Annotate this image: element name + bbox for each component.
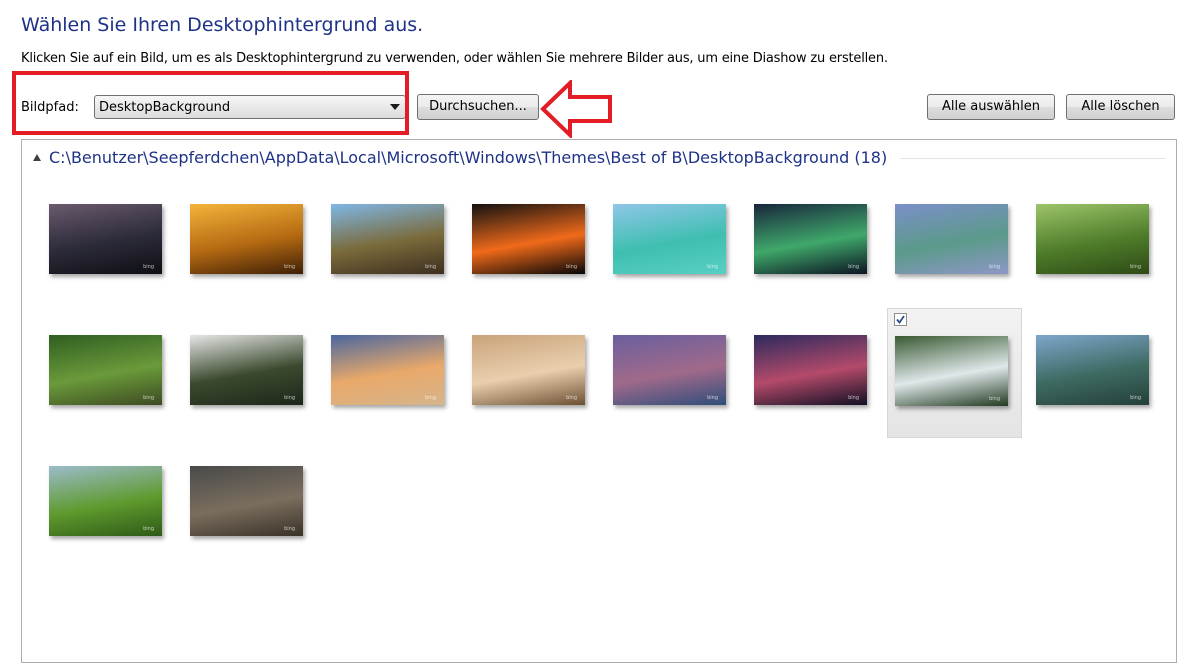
bing-watermark: bing <box>707 264 718 270</box>
wallpaper-image: bing <box>331 335 444 405</box>
wallpaper-image: bing <box>190 335 303 405</box>
wallpaper-thumbnail-bridge-dusk[interactable]: bing <box>49 204 162 274</box>
wallpaper-image: bing <box>895 204 1008 274</box>
wallpaper-image: bing <box>613 204 726 274</box>
checkmark-icon <box>896 315 905 324</box>
wallpaper-image: bing <box>49 335 162 405</box>
wallpaper-thumbnail-green-hills[interactable]: bing <box>49 466 162 536</box>
bing-watermark: bing <box>425 264 436 270</box>
collapse-triangle-icon[interactable] <box>33 154 41 161</box>
desktop-background-settings: Wählen Sie Ihren Desktophintergrund aus.… <box>0 0 1183 666</box>
bing-watermark: bing <box>143 526 154 532</box>
group-divider <box>900 158 1166 159</box>
thumbnail-checkbox[interactable] <box>894 313 907 326</box>
group-header-path[interactable]: C:\Benutzer\Seepferdchen\AppData\Local\M… <box>49 148 887 167</box>
clear-all-button[interactable]: Alle löschen <box>1066 94 1175 120</box>
bing-watermark: bing <box>284 264 295 270</box>
wallpaper-thumbnail-beach-boardwalk[interactable]: bing <box>331 335 444 405</box>
wallpaper-gallery[interactable]: C:\Benutzer\Seepferdchen\AppData\Local\M… <box>21 139 1177 663</box>
bing-watermark: bing <box>989 264 1000 270</box>
wallpaper-image: bing <box>1036 204 1149 274</box>
browse-button[interactable]: Durchsuchen... <box>417 94 539 120</box>
bing-watermark: bing <box>707 395 718 401</box>
wallpaper-image: bing <box>190 466 303 536</box>
wallpaper-image: bing <box>49 204 162 274</box>
wallpaper-image: bing <box>754 335 867 405</box>
wallpaper-image: bing <box>613 335 726 405</box>
bing-watermark: bing <box>848 395 859 401</box>
annotation-highlight-box <box>12 71 409 135</box>
wallpaper-image: bing <box>895 336 1008 406</box>
bing-watermark: bing <box>143 395 154 401</box>
wallpaper-image: bing <box>190 204 303 274</box>
wallpaper-image: bing <box>1036 335 1149 405</box>
bing-watermark: bing <box>425 395 436 401</box>
wallpaper-thumbnail-storm-city[interactable]: bing <box>190 466 303 536</box>
wallpaper-thumbnail-night-bat[interactable]: bing <box>754 335 867 405</box>
page-description: Klicken Sie auf ein Bild, um es als Desk… <box>21 51 888 66</box>
wallpaper-image: bing <box>472 335 585 405</box>
bing-watermark: bing <box>989 396 1000 402</box>
bing-watermark: bing <box>566 264 577 270</box>
select-all-button[interactable]: Alle auswählen <box>927 94 1055 120</box>
wallpaper-image: bing <box>49 466 162 536</box>
wallpaper-thumbnail-waterfall[interactable]: bing <box>895 336 1008 406</box>
wallpaper-thumbnail-coastal-village[interactable]: bing <box>613 335 726 405</box>
wallpaper-image: bing <box>331 204 444 274</box>
bing-watermark: bing <box>566 395 577 401</box>
wallpaper-thumbnail-golden-arches-hall[interactable]: bing <box>190 204 303 274</box>
bing-watermark: bing <box>1130 264 1141 270</box>
wallpaper-thumbnail-tropical-beach[interactable]: bing <box>613 204 726 274</box>
annotation-arrow-icon <box>540 80 612 138</box>
wallpaper-image: bing <box>754 204 867 274</box>
wallpaper-thumbnail-mountain-lake[interactable]: bing <box>1036 335 1149 405</box>
wallpaper-thumbnail-desert-sunrise[interactable]: bing <box>472 335 585 405</box>
wallpaper-image: bing <box>472 204 585 274</box>
bing-watermark: bing <box>848 264 859 270</box>
wallpaper-thumbnail-basalt-coast[interactable]: bing <box>331 204 444 274</box>
wallpaper-thumbnail-ice-floes[interactable]: bing <box>190 335 303 405</box>
wallpaper-thumbnail-statues-liberty[interactable]: bing <box>895 204 1008 274</box>
page-title: Wählen Sie Ihren Desktophintergrund aus. <box>21 14 424 36</box>
bing-watermark: bing <box>1130 395 1141 401</box>
wallpaper-thumbnail-sea-slug[interactable]: bing <box>472 204 585 274</box>
bing-watermark: bing <box>284 526 295 532</box>
wallpaper-thumbnail-park-aerial[interactable]: bing <box>49 335 162 405</box>
wallpaper-thumbnail-aurora-town[interactable]: bing <box>754 204 867 274</box>
wallpaper-thumbnail-hummingbird[interactable]: bing <box>1036 204 1149 274</box>
bing-watermark: bing <box>143 264 154 270</box>
bing-watermark: bing <box>284 395 295 401</box>
